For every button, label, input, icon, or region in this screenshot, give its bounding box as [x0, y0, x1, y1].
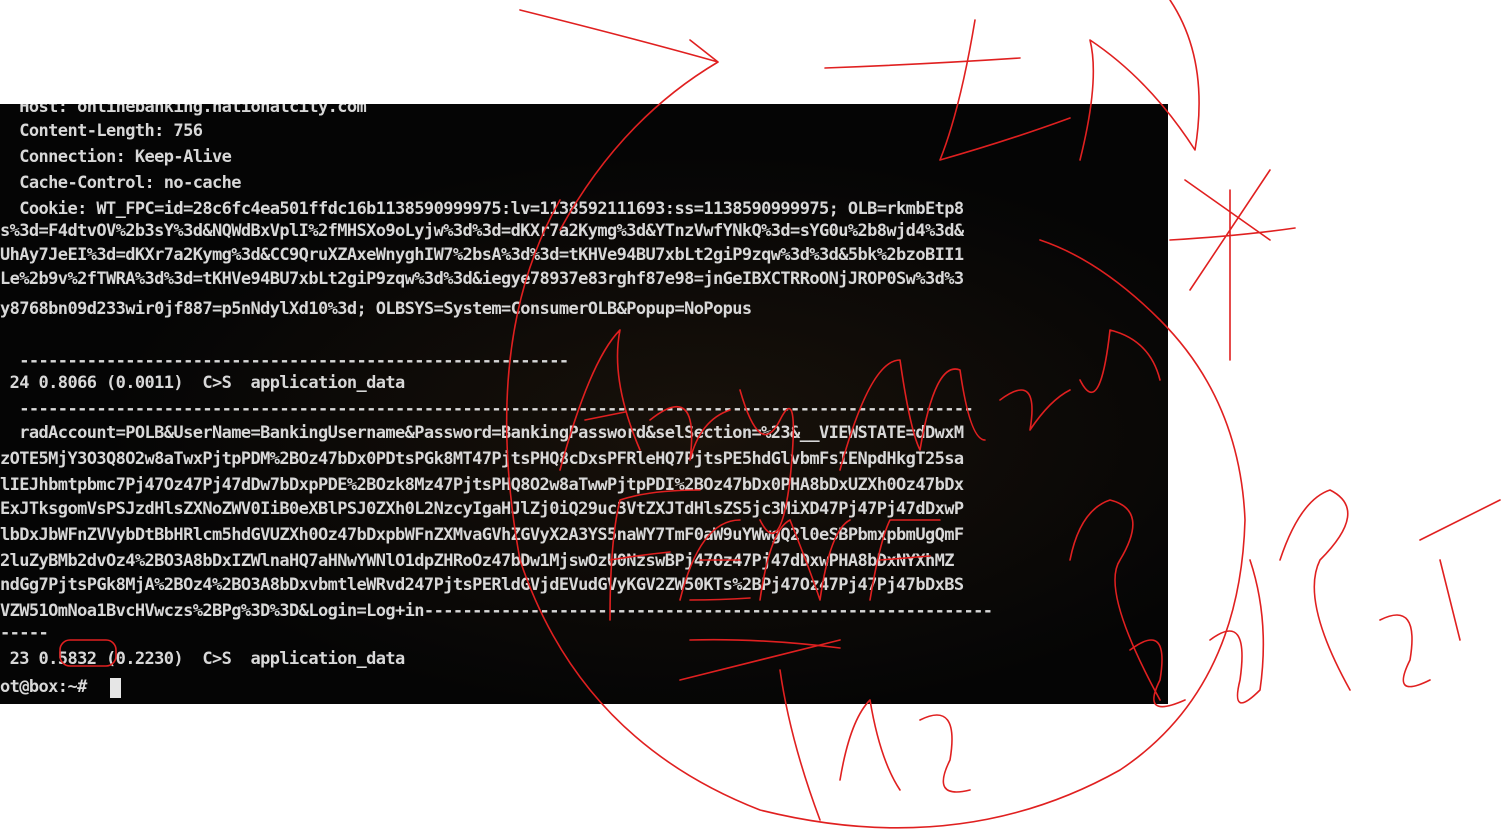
- terminal-line: zOTE5MjY3O3Q8O2w8aTwxPjtpPDM%2BOz47bDx0P…: [0, 449, 964, 469]
- star-stroke: [1169, 169, 1296, 361]
- terminal-separator: ----------------------------------------…: [0, 399, 974, 419]
- terminal-cursor: [110, 678, 121, 698]
- terminal-line: lIEJhbmtpbmc7Pj47Oz47Pj47dDw7bDxpPDE%2BO…: [0, 475, 964, 495]
- terminal-line: ndGg7PjtsPGk8MjA%2BOz4%2BO3A8bDxvbmtleWR…: [0, 575, 964, 595]
- terminal-line: 2luZyBMb2dvOz4%2BO3A8bDxIZWlnaHQ7aHNwYWN…: [0, 551, 954, 571]
- terminal-prompt[interactable]: ot@box:~#: [0, 674, 96, 700]
- terminal-record-line: 23 0.5832 (0.2230) C>S application_data: [0, 649, 406, 669]
- terminal-line: VZW51OmNoa1BvcHVwczs%2BPg%3D%3D&Login=Lo…: [0, 601, 993, 621]
- stroke: [824, 57, 1021, 69]
- terminal-line: y8768bn09d233wir0jf887=p5nNdylXd10%3d; O…: [0, 299, 752, 319]
- terminal-line: s%3d=F4dtvOV%2b3sY%3d&NQWdBxVplI%2fMHSXo…: [0, 221, 964, 241]
- terminal-line: ExJTksgomVsPSJzdHlsZXNoZWV0IiB0eXBlPSJ0Z…: [0, 499, 964, 519]
- terminal-line: UhAy7JeEI%3d=dKXr7a2Kymg%3d&CC9QruXZAxeW…: [0, 245, 964, 265]
- terminal-line: Cache-Control: no-cache: [0, 173, 241, 193]
- terminal-line: Content-Length: 756: [0, 121, 203, 141]
- terminal-line: Le%2b9v%2fTWRA%3d%3d=tKHVe94BU7xbLt2giP9…: [0, 269, 964, 289]
- terminal-line: radAccount=POLB&UserName=BankingUsername…: [0, 423, 964, 443]
- terminal-separator: -----: [0, 623, 49, 643]
- terminal-window[interactable]: Host: onlinebanking.nationalcity.com Con…: [0, 104, 1168, 704]
- terminal-line: Connection: Keep-Alive: [0, 147, 232, 167]
- terminal-record-line: 24 0.8066 (0.0011) C>S application_data: [0, 373, 406, 393]
- terminal-line: lbDxJbWFnZVVybDtBbHRlcm5hdGVUZXh0Oz47bDx…: [0, 525, 964, 545]
